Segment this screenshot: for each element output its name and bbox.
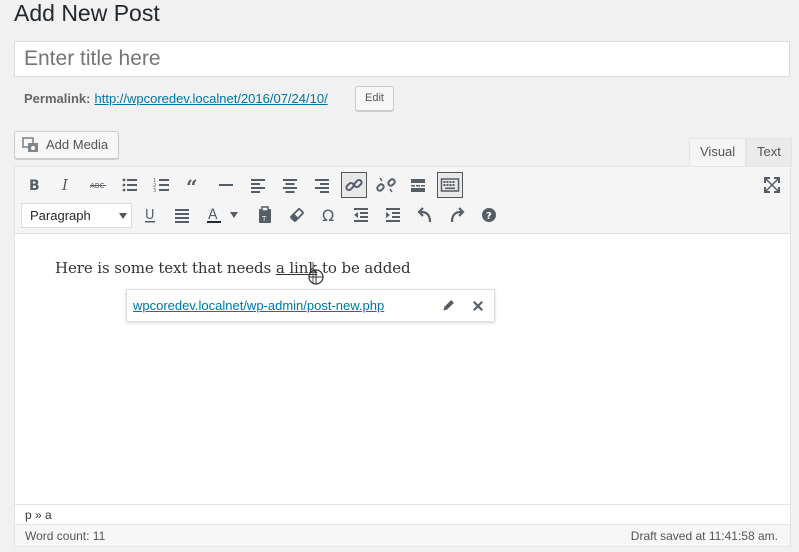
justify-icon (175, 209, 189, 223)
increase-indent-button[interactable] (380, 202, 406, 228)
clipboard-icon: T (259, 206, 271, 223)
autosave-status: Draft saved at 11:41:58 am. (630, 529, 778, 543)
paste-text-button[interactable]: T (252, 202, 278, 228)
italic-button[interactable]: I (53, 172, 79, 198)
svg-text:“: “ (186, 175, 198, 195)
horizontal-line-icon (219, 184, 233, 186)
justify-button[interactable] (169, 202, 195, 228)
align-left-icon (251, 179, 265, 193)
editor: B I ABC 123 “ (14, 166, 791, 547)
eraser-icon (290, 208, 304, 222)
content-text-after: to be added (317, 259, 411, 277)
permalink-link[interactable]: http://wpcoredev.localnet/2016/07/24/10/ (94, 90, 327, 108)
editor-content[interactable]: Here is some text that needs a link to b… (55, 259, 411, 277)
bold-button[interactable]: B (21, 172, 47, 198)
numbered-list-button[interactable]: 123 (149, 172, 175, 198)
horizontal-line-button[interactable] (213, 172, 239, 198)
svg-text:3: 3 (153, 188, 156, 194)
read-more-button[interactable] (405, 172, 431, 198)
indent-icon (386, 208, 400, 222)
underline-button[interactable]: U (137, 202, 163, 228)
blockquote-button[interactable]: “ (181, 172, 207, 198)
text-color-icon: A (207, 207, 221, 223)
editor-toolbar: B I ABC 123 “ (15, 167, 790, 234)
permalink-row: Permalink: http://wpcoredev.localnet/201… (24, 90, 328, 108)
link-popup-url[interactable]: wpcoredev.localnet/wp-admin/post-new.php (133, 298, 384, 313)
link-edit-button[interactable] (438, 296, 458, 316)
permalink-label: Permalink: (24, 91, 91, 106)
close-icon (473, 301, 483, 311)
decrease-indent-button[interactable] (348, 202, 374, 228)
keyboard-icon (440, 178, 460, 192)
link-popup: wpcoredev.localnet/wp-admin/post-new.php (126, 289, 495, 322)
post-title-input[interactable] (14, 41, 790, 77)
outdent-icon (354, 208, 368, 222)
strikethrough-icon: ABC (90, 182, 106, 190)
svg-text:I: I (61, 176, 69, 194)
numbered-list-icon: 123 (153, 178, 169, 194)
format-select-value: Paragraph (30, 208, 91, 223)
svg-text:Ω: Ω (322, 206, 334, 225)
page-title: Add New Post (14, 0, 160, 26)
content-text-before: Here is some text that needs (55, 259, 276, 277)
text-color-button[interactable]: A (201, 202, 241, 228)
permalink-edit-button[interactable]: Edit (355, 86, 394, 111)
align-center-icon (283, 179, 297, 193)
add-media-button[interactable]: Add Media (14, 131, 119, 159)
fullscreen-icon (764, 177, 780, 193)
bullet-list-icon (122, 178, 137, 192)
align-center-button[interactable] (277, 172, 303, 198)
clear-formatting-button[interactable] (284, 202, 310, 228)
insert-link-button[interactable] (341, 172, 367, 198)
toolbar-toggle-button[interactable] (437, 172, 463, 198)
tab-visual[interactable]: Visual (689, 138, 747, 166)
undo-button[interactable] (412, 202, 438, 228)
keyboard-shortcuts-button[interactable]: ? (476, 202, 502, 228)
underline-icon: U (145, 208, 155, 223)
quote-icon: “ (186, 175, 198, 195)
align-left-button[interactable] (245, 172, 271, 198)
bold-icon: B (29, 178, 40, 194)
svg-text:T: T (261, 215, 267, 223)
redo-button[interactable] (444, 202, 470, 228)
svg-text:B: B (29, 178, 40, 194)
format-select[interactable]: Paragraph (21, 203, 132, 228)
omega-icon: Ω (322, 206, 334, 225)
element-path: p » a (15, 504, 790, 524)
align-right-icon (315, 179, 329, 193)
text-cursor-icon (308, 262, 324, 285)
pencil-icon (443, 300, 454, 311)
undo-icon (417, 207, 432, 223)
media-icon (22, 137, 38, 152)
remove-link-button[interactable] (373, 172, 399, 198)
word-count: Word count: 11 (25, 529, 106, 543)
tab-text[interactable]: Text (746, 138, 792, 166)
text-color-chevron-icon (230, 212, 238, 218)
special-character-button[interactable]: Ω (316, 202, 342, 228)
redo-icon (450, 207, 465, 223)
link-icon (345, 178, 363, 192)
svg-text:?: ? (486, 211, 492, 222)
editor-status-bar: Word count: 11 Draft saved at 11:41:58 a… (15, 524, 790, 546)
fullscreen-button[interactable] (759, 172, 785, 198)
bullet-list-button[interactable] (117, 172, 143, 198)
unlink-icon (376, 177, 396, 193)
help-icon: ? (482, 208, 496, 222)
strikethrough-button[interactable]: ABC (85, 172, 111, 198)
svg-text:A: A (208, 207, 218, 223)
svg-text:U: U (145, 208, 155, 223)
link-remove-button[interactable] (468, 296, 488, 316)
chevron-down-icon (119, 213, 127, 219)
align-right-button[interactable] (309, 172, 335, 198)
add-media-label: Add Media (46, 137, 109, 152)
italic-icon: I (61, 176, 69, 194)
read-more-icon (411, 179, 425, 192)
